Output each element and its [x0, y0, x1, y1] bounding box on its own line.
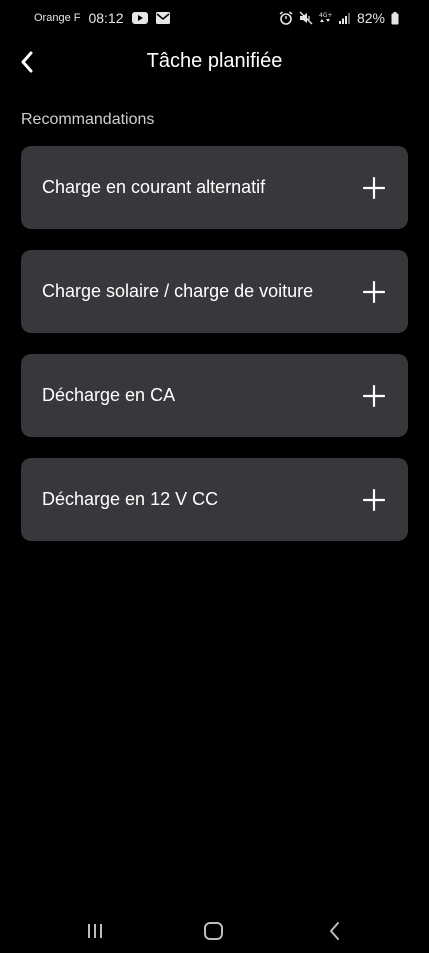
svg-text:4G+: 4G+: [319, 12, 333, 19]
recommendation-label: Décharge en 12 V CC: [42, 489, 219, 509]
recommendation-label: Charge en courant alternatif: [42, 177, 266, 197]
back-icon: [330, 922, 339, 940]
status-time: 08:12: [88, 10, 124, 26]
status-bar: Orange F 08:12 4G+ 82%: [0, 0, 429, 36]
home-button[interactable]: [202, 919, 226, 943]
status-left: Orange F 08:12: [34, 10, 170, 26]
youtube-icon: [131, 12, 148, 24]
recommendation-card-ac-charge[interactable]: Charge en courant alternatif: [21, 146, 408, 229]
recents-icon: [88, 924, 102, 938]
status-right: 4G+ 82%: [279, 10, 399, 26]
mute-icon: [299, 11, 313, 25]
mail-icon: [155, 12, 170, 24]
plus-icon[interactable]: [363, 281, 385, 303]
recents-button[interactable]: [83, 919, 107, 943]
battery-icon: [391, 11, 399, 25]
page-title: Tâche planifiée: [146, 50, 283, 72]
plus-icon[interactable]: [363, 489, 385, 511]
recommendation-card-ac-discharge[interactable]: Décharge en CA: [21, 354, 408, 437]
system-nav-bar: [0, 903, 429, 953]
plus-icon[interactable]: [363, 177, 385, 199]
recommendation-card-solar-car-charge[interactable]: Charge solaire / charge de voiture: [21, 250, 408, 333]
nav-back-button[interactable]: [323, 919, 347, 943]
alarm-icon: [279, 11, 293, 25]
recommendations-list: Charge en courant alternatif Charge sola…: [21, 146, 408, 562]
recommendation-label: Charge solaire / charge de voiture: [42, 281, 314, 301]
signal-icon: [338, 12, 351, 24]
4g-data-icon: 4G+: [319, 11, 333, 25]
recommendation-card-12v-dc-discharge[interactable]: Décharge en 12 V CC: [21, 458, 408, 541]
battery-level: 82%: [356, 10, 385, 26]
home-icon: [204, 922, 223, 940]
plus-icon[interactable]: [363, 385, 385, 407]
carrier-name: Orange F: [34, 12, 81, 24]
recommendation-label: Décharge en CA: [42, 385, 176, 405]
app-header: Tâche planifiée: [0, 40, 429, 84]
section-label-recommendations: Recommandations: [21, 111, 155, 128]
